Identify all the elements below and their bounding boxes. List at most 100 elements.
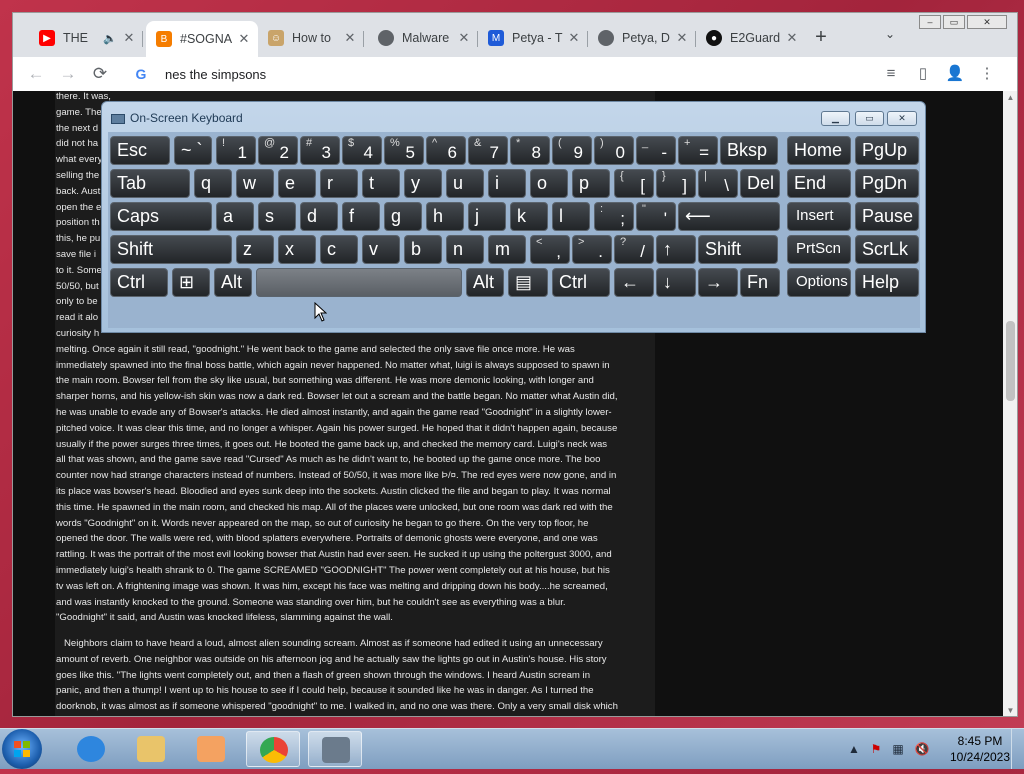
osk-restore-button[interactable]: ▭ bbox=[855, 111, 884, 126]
tab-sogna[interactable]: B #SOGNA ✕ bbox=[146, 21, 258, 57]
key-0-0-11[interactable]: ) 0 bbox=[594, 136, 634, 165]
key-q-1-1[interactable]: q bbox=[194, 169, 232, 198]
key-del-1-14[interactable]: Del bbox=[740, 169, 780, 198]
key-insert-2-13[interactable]: Insert bbox=[787, 202, 851, 231]
side-panel-icon[interactable]: ▯ bbox=[913, 64, 933, 84]
key-1-0-2[interactable]: ! 1 bbox=[216, 136, 256, 165]
key-5-0-6[interactable]: % 5 bbox=[384, 136, 424, 165]
key-shift-3-12[interactable]: Shift bbox=[698, 235, 778, 264]
key-o-1-9[interactable]: o bbox=[530, 169, 568, 198]
key-caps-2-0[interactable]: Caps bbox=[110, 202, 212, 231]
media-player-taskbar-button[interactable] bbox=[184, 731, 238, 767]
close-tab-icon[interactable]: ✕ bbox=[121, 30, 137, 46]
key-alt-4-4[interactable]: Alt bbox=[466, 268, 504, 297]
tab-youtube[interactable]: ▶ THE 🔈 ✕ bbox=[29, 23, 143, 53]
key-tab-1-0[interactable]: Tab bbox=[110, 169, 190, 198]
key-x-3-2[interactable]: x bbox=[278, 235, 316, 264]
key-esc-0-0[interactable]: Esc bbox=[110, 136, 170, 165]
menu-icon[interactable]: ⋮ bbox=[977, 64, 997, 84]
key-key-2-11[interactable]: " ' bbox=[636, 202, 676, 231]
vertical-scrollbar[interactable]: ▲ ▼ bbox=[1003, 91, 1017, 716]
scroll-down-icon[interactable]: ▼ bbox=[1003, 704, 1017, 716]
key-t-1-5[interactable]: t bbox=[362, 169, 400, 198]
file-explorer-taskbar-button[interactable] bbox=[124, 731, 178, 767]
key-ctrl-4-6[interactable]: Ctrl bbox=[552, 268, 610, 297]
key-key-1-11[interactable]: {[ bbox=[614, 169, 654, 198]
key-pgdn-1-16[interactable]: PgDn bbox=[855, 169, 919, 198]
key-7-0-8[interactable]: & 7 bbox=[468, 136, 508, 165]
key-fn-4-10[interactable]: Fn bbox=[740, 268, 780, 297]
close-window-button[interactable]: ✕ bbox=[967, 15, 1007, 29]
scrollbar-thumb[interactable] bbox=[1006, 321, 1015, 401]
key-key-2-10[interactable]: :; bbox=[594, 202, 634, 231]
on-screen-keyboard-taskbar-button[interactable] bbox=[308, 731, 362, 767]
space-key[interactable] bbox=[256, 268, 462, 297]
key-shift-3-0[interactable]: Shift bbox=[110, 235, 232, 264]
key-2-0-3[interactable]: @2 bbox=[258, 136, 298, 165]
tab-search-icon[interactable]: ⌄ bbox=[885, 27, 895, 41]
start-button[interactable] bbox=[2, 729, 42, 769]
key-key-0-13[interactable]: + = bbox=[678, 136, 718, 165]
key-l-2-9[interactable]: l bbox=[552, 202, 590, 231]
key-z-3-1[interactable]: z bbox=[236, 235, 274, 264]
key-s-2-2[interactable]: s bbox=[258, 202, 296, 231]
tab-petya-d[interactable]: Petya, D ✕ bbox=[588, 23, 696, 53]
key-options-4-11[interactable]: Options bbox=[787, 268, 851, 297]
restore-button[interactable]: ▭ bbox=[943, 15, 965, 29]
network-icon[interactable]: ▦ bbox=[890, 741, 906, 757]
address-bar-text[interactable]: nes the simpsons bbox=[165, 67, 266, 82]
key-key-3-11[interactable]: ↑ bbox=[656, 235, 696, 264]
key-key-0-1[interactable]: ~ ` bbox=[174, 136, 212, 165]
key-h-2-6[interactable]: h bbox=[426, 202, 464, 231]
tab-malware[interactable]: Malware ✕ bbox=[368, 23, 478, 53]
key-pause-2-14[interactable]: Pause bbox=[855, 202, 919, 231]
volume-muted-icon[interactable]: 🔇 bbox=[914, 741, 930, 757]
key-key-1-12[interactable]: }] bbox=[656, 169, 696, 198]
key-v-3-4[interactable]: v bbox=[362, 235, 400, 264]
osk-minimize-button[interactable]: ▁ bbox=[821, 111, 850, 126]
show-desktop-button[interactable] bbox=[1011, 729, 1024, 769]
key-key-3-8[interactable]: <, bbox=[530, 235, 570, 264]
key-6-0-7[interactable]: ^ 6 bbox=[426, 136, 466, 165]
key-b-3-5[interactable]: b bbox=[404, 235, 442, 264]
key-key-4-8[interactable]: ↓ bbox=[656, 268, 696, 297]
key-key-4-5[interactable]: ▤ bbox=[508, 268, 548, 297]
key-r-1-4[interactable]: r bbox=[320, 169, 358, 198]
key-key-4-1[interactable]: ⊞ bbox=[172, 268, 210, 297]
close-tab-icon[interactable]: ✕ bbox=[342, 30, 358, 46]
action-center-icon[interactable]: ⚑ bbox=[868, 741, 884, 757]
key-home-0-15[interactable]: Home bbox=[787, 136, 851, 165]
osk-close-button[interactable]: ✕ bbox=[887, 111, 917, 126]
profile-icon[interactable]: 👤 bbox=[945, 64, 965, 84]
clock[interactable]: 8:45 PM 10/24/2023 bbox=[940, 733, 1020, 765]
minimize-button[interactable]: – bbox=[919, 15, 941, 29]
close-tab-icon[interactable]: ✕ bbox=[784, 30, 800, 46]
key-key-3-9[interactable]: >. bbox=[572, 235, 612, 264]
key-j-2-7[interactable]: j bbox=[468, 202, 506, 231]
key-key-2-12[interactable]: ⟵ bbox=[678, 202, 780, 231]
back-button[interactable]: ← bbox=[25, 63, 47, 85]
key-key-0-12[interactable]: _ - bbox=[636, 136, 676, 165]
key-u-1-7[interactable]: u bbox=[446, 169, 484, 198]
key-m-3-7[interactable]: m bbox=[488, 235, 526, 264]
key-i-1-8[interactable]: i bbox=[488, 169, 526, 198]
key-scrlk-3-14[interactable]: ScrLk bbox=[855, 235, 919, 264]
key-w-1-2[interactable]: w bbox=[236, 169, 274, 198]
key-end-1-15[interactable]: End bbox=[787, 169, 851, 198]
close-tab-icon[interactable]: ✕ bbox=[236, 31, 252, 47]
key-e-1-3[interactable]: e bbox=[278, 169, 316, 198]
key-alt-4-2[interactable]: Alt bbox=[214, 268, 252, 297]
key-key-4-7[interactable]: ← bbox=[614, 268, 654, 297]
key-key-4-9[interactable]: → bbox=[698, 268, 738, 297]
key-n-3-6[interactable]: n bbox=[446, 235, 484, 264]
close-tab-icon[interactable]: ✕ bbox=[674, 30, 690, 46]
key-key-1-13[interactable]: | \ bbox=[698, 169, 738, 198]
key-prtscn-3-13[interactable]: PrtScn bbox=[787, 235, 851, 264]
key-pgup-0-16[interactable]: PgUp bbox=[855, 136, 919, 165]
tab-e2guard[interactable]: ● E2Guard ✕ bbox=[696, 23, 806, 53]
key-3-0-4[interactable]: #3 bbox=[300, 136, 340, 165]
key-p-1-10[interactable]: p bbox=[572, 169, 610, 198]
key-4-0-5[interactable]: $4 bbox=[342, 136, 382, 165]
reload-button[interactable]: ⟳ bbox=[89, 63, 111, 85]
key-key-3-10[interactable]: ? / bbox=[614, 235, 654, 264]
